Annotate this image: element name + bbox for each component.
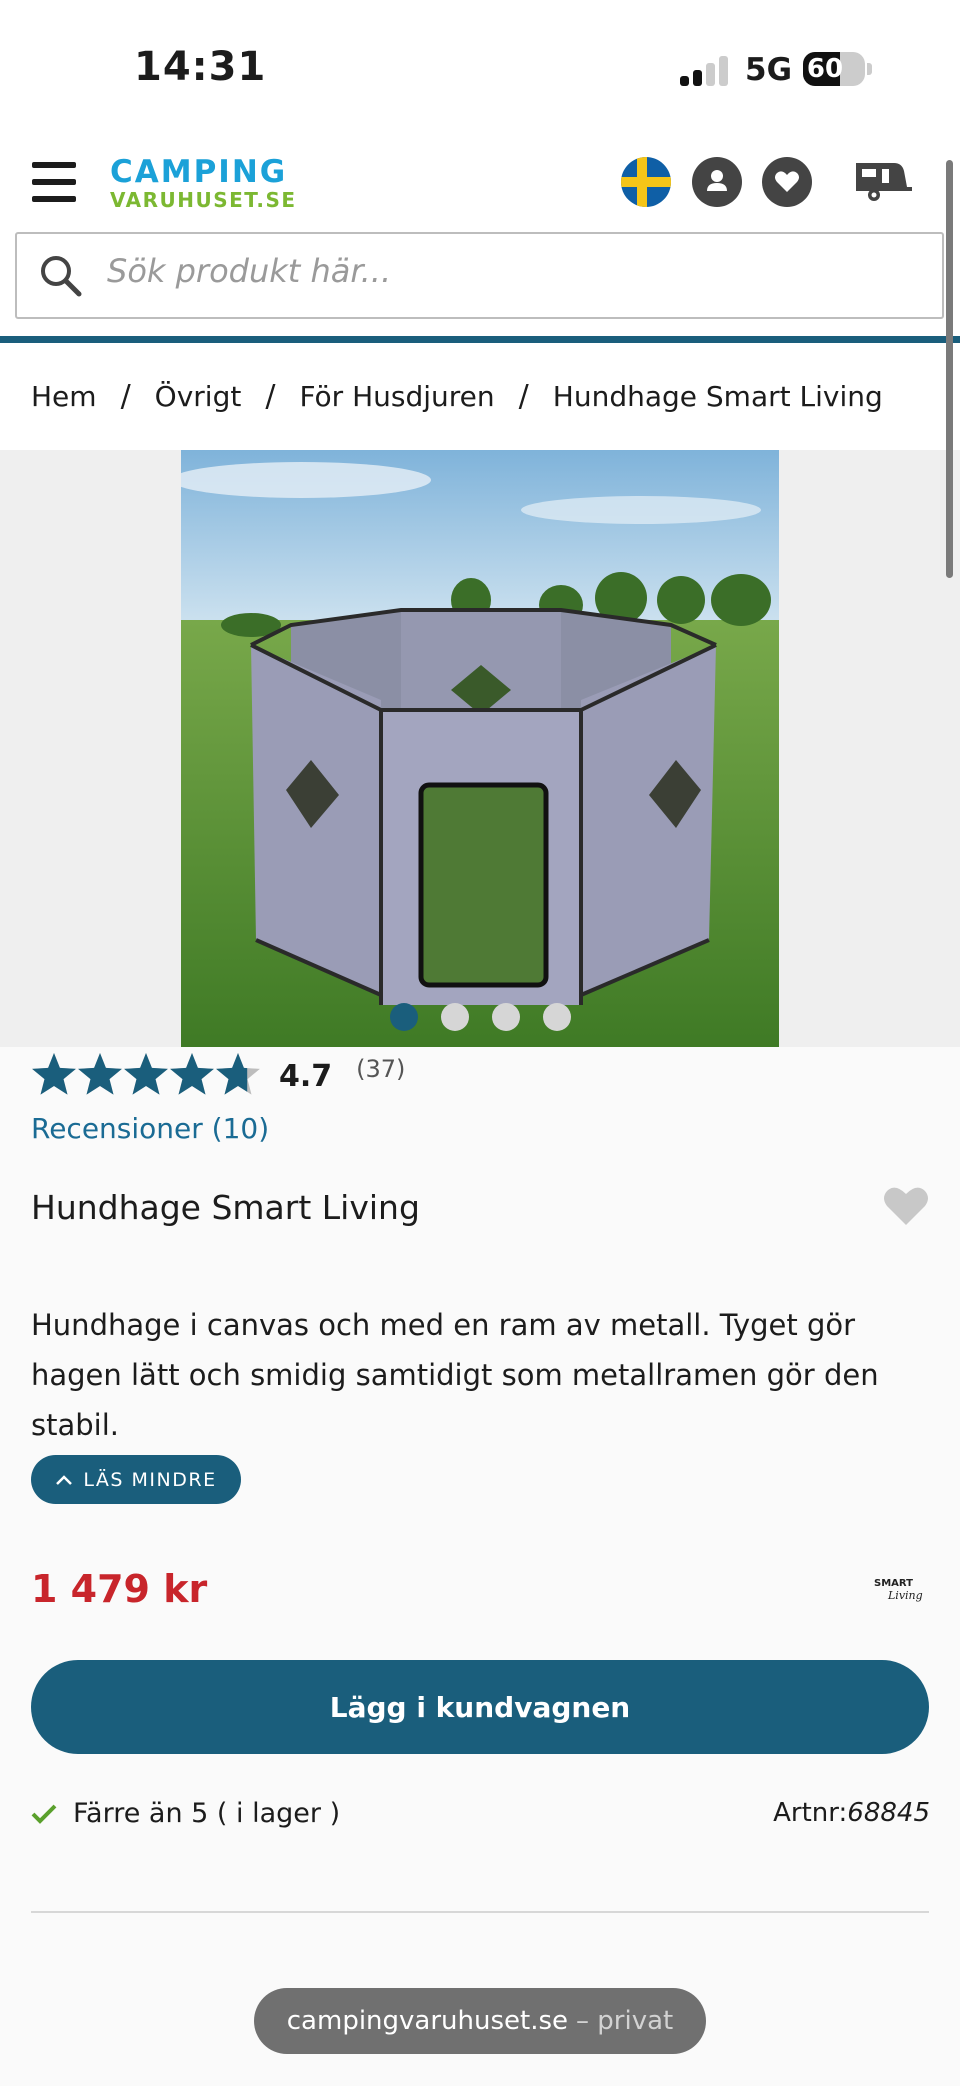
gallery-dot-2[interactable] bbox=[440, 1003, 469, 1031]
artnr-value: 68845 bbox=[847, 1798, 930, 1828]
search-icon bbox=[41, 256, 82, 297]
brand-logo[interactable]: SMART Living bbox=[874, 1575, 930, 1603]
battery-icon: 60 bbox=[803, 52, 865, 86]
status-bar: 14:31 5G 60 bbox=[0, 0, 960, 130]
search-placeholder: Sök produkt här... bbox=[107, 252, 392, 290]
header-divider bbox=[0, 336, 960, 343]
rating-stars bbox=[32, 1053, 260, 1095]
product-image[interactable] bbox=[181, 450, 779, 1047]
product-rating[interactable]: 4.7 (37) bbox=[31, 1052, 405, 1100]
product-title: Hundhage Smart Living bbox=[31, 1188, 420, 1227]
chevron-up-icon bbox=[56, 1474, 73, 1485]
site-logo[interactable]: CAMPING VARUHUSET.SE bbox=[110, 154, 297, 212]
breadcrumb: Hem / Övrigt / För Husdjuren / Hundhage … bbox=[0, 343, 960, 450]
status-time: 14:31 bbox=[134, 44, 267, 90]
scrollbar[interactable] bbox=[946, 160, 953, 578]
stock-status: Färre än 5 ( i lager ) bbox=[31, 1798, 340, 1829]
heart-icon[interactable] bbox=[762, 157, 812, 207]
gallery-dot-1[interactable] bbox=[389, 1003, 418, 1031]
breadcrumb-home[interactable]: Hem bbox=[31, 380, 97, 413]
battery-level: 60 bbox=[806, 54, 844, 84]
private-mode-label: – privat bbox=[576, 2006, 674, 2036]
star-icon bbox=[170, 1053, 214, 1095]
product-description: Hundhage i canvas och med en ram av meta… bbox=[31, 1308, 879, 1442]
breadcrumb-husdjuren[interactable]: För Husdjuren bbox=[299, 380, 494, 413]
section-divider bbox=[31, 1911, 929, 1913]
hamburger-icon[interactable] bbox=[32, 162, 78, 202]
rating-value: 4.7 bbox=[279, 1058, 333, 1094]
read-less-label: LÄS MINDRE bbox=[83, 1468, 217, 1491]
breadcrumb-separator: / bbox=[518, 379, 529, 414]
user-icon[interactable] bbox=[692, 157, 742, 207]
rating-count: (37) bbox=[356, 1055, 406, 1083]
artnr-label: Artnr: bbox=[773, 1798, 848, 1828]
swedish-flag-icon[interactable] bbox=[621, 157, 671, 207]
svg-text:Living: Living bbox=[887, 1589, 923, 1602]
check-icon bbox=[31, 1804, 57, 1824]
star-icon bbox=[32, 1053, 76, 1095]
gallery-pagination bbox=[0, 1003, 960, 1031]
star-icon bbox=[124, 1053, 168, 1095]
search-input[interactable]: Sök produkt här... bbox=[15, 232, 944, 319]
logo-line2: VARUHUSET.SE bbox=[110, 188, 297, 212]
breadcrumb-separator: / bbox=[120, 379, 131, 414]
product-price: 1 479 kr bbox=[31, 1567, 208, 1611]
url-domain: campingvaruhuset.se bbox=[286, 2006, 569, 2036]
gallery-dot-4[interactable] bbox=[542, 1003, 571, 1031]
site-header: CAMPING VARUHUSET.SE Sök produkt här... bbox=[0, 130, 960, 343]
read-less-button[interactable]: LÄS MINDRE bbox=[31, 1455, 241, 1504]
breadcrumb-ovrigt[interactable]: Övrigt bbox=[155, 380, 242, 413]
star-icon bbox=[78, 1053, 122, 1095]
breadcrumb-separator: / bbox=[265, 379, 276, 414]
product-gallery[interactable] bbox=[0, 450, 960, 1047]
breadcrumb-current[interactable]: Hundhage Smart Living bbox=[553, 380, 883, 413]
reviews-link[interactable]: Recensioner (10) bbox=[31, 1112, 269, 1145]
wishlist-heart-icon[interactable] bbox=[882, 1183, 930, 1227]
network-type: 5G bbox=[745, 52, 793, 88]
browser-url-bar[interactable]: campingvaruhuset.se – privat bbox=[254, 1988, 706, 2054]
battery-tip bbox=[867, 63, 872, 75]
logo-line1: CAMPING bbox=[110, 154, 288, 190]
article-number: Artnr:68845 bbox=[773, 1798, 930, 1828]
caravan-cart-icon[interactable] bbox=[852, 157, 916, 207]
add-to-cart-button[interactable]: Lägg i kundvagnen bbox=[31, 1660, 929, 1754]
gallery-dot-3[interactable] bbox=[491, 1003, 520, 1031]
signal-icon bbox=[680, 56, 730, 86]
svg-text:SMART: SMART bbox=[874, 1578, 913, 1589]
stock-label: Färre än 5 ( i lager ) bbox=[73, 1798, 341, 1829]
